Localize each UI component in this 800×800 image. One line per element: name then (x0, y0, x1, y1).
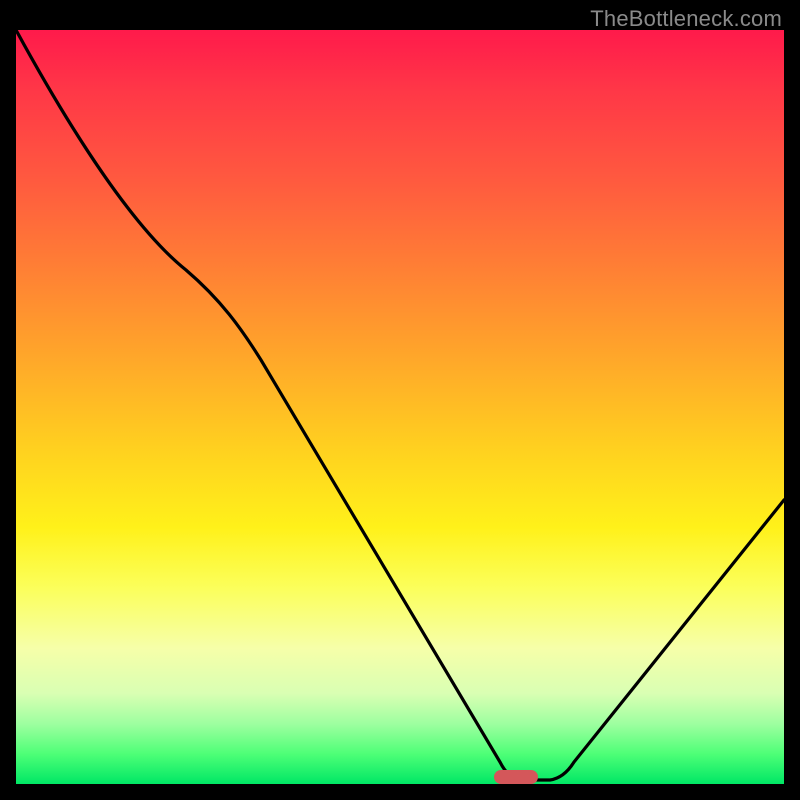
optimal-marker (494, 770, 538, 784)
chart-frame: TheBottleneck.com (0, 0, 800, 800)
watermark-text: TheBottleneck.com (590, 6, 782, 32)
plot-area (16, 30, 784, 784)
